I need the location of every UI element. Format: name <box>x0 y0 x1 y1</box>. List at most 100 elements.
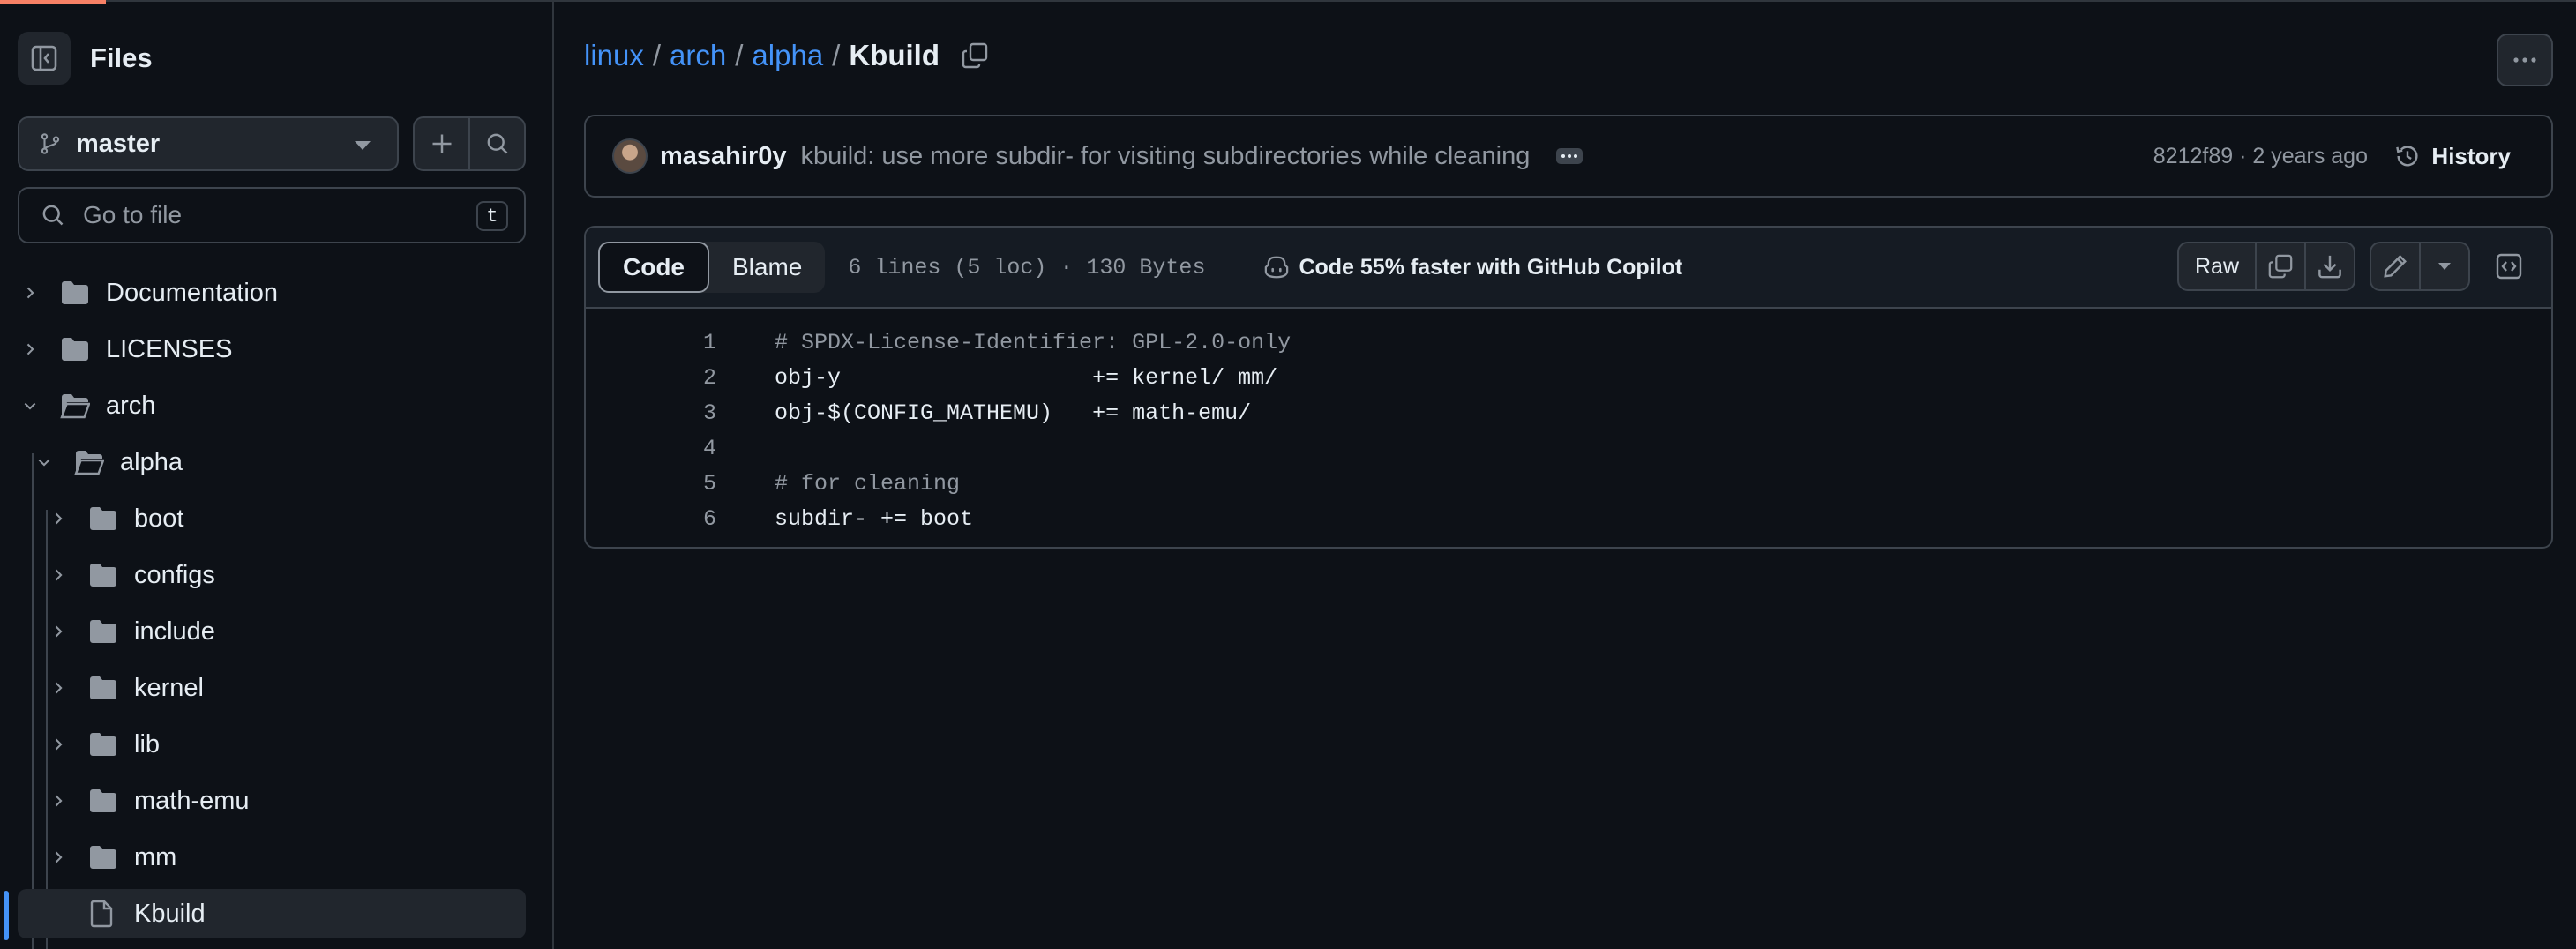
breadcrumb-separator: / <box>735 39 744 71</box>
tree-item-label: math-emu <box>134 786 250 815</box>
code-line[interactable]: 4 <box>586 430 2551 466</box>
line-number[interactable]: 5 <box>586 471 716 497</box>
copilot-icon <box>1265 256 1289 279</box>
download-button[interactable] <box>2306 243 2354 289</box>
copy-path-button[interactable] <box>961 41 989 70</box>
code-line[interactable]: 1 # SPDX-License-Identifier: GPL-2.0-only <box>586 325 2551 360</box>
git-branch-icon <box>41 133 60 154</box>
chevron-right-icon[interactable] <box>48 508 69 529</box>
search-icon <box>487 133 507 154</box>
code-line[interactable]: 2 obj-y += kernel/ mm/ <box>586 360 2551 395</box>
chevron-right-icon[interactable] <box>19 282 41 303</box>
copilot-promo-link[interactable]: Code 55% faster with GitHub Copilot <box>1263 255 1682 280</box>
chevron-down-icon <box>355 141 371 150</box>
avatar[interactable] <box>612 138 648 174</box>
file-header: Code Blame 6 lines (5 loc) · 130 Bytes C… <box>586 228 2551 309</box>
file-view: linux / arch / alpha / Kbuild masahir0y … <box>554 0 2576 949</box>
chevron-right-icon[interactable] <box>48 621 69 642</box>
tree-folder-include[interactable]: include <box>48 607 215 656</box>
folder-icon <box>88 844 118 871</box>
code-line[interactable]: 3 obj-$(CONFIG_MATHEMU) += math-emu/ <box>586 395 2551 430</box>
file-toolbar: Raw <box>2177 242 2534 291</box>
history-label: History <box>2431 142 2511 169</box>
file-tree-sidebar: Files master t Documentation LICENSES arch… <box>0 0 554 949</box>
tree-folder-licenses[interactable]: LICENSES <box>19 325 232 374</box>
line-number[interactable]: 3 <box>586 400 716 426</box>
commit-message-link[interactable]: kbuild: use more subdir- for visiting su… <box>801 142 1531 171</box>
go-to-file-input[interactable] <box>81 200 455 230</box>
keyboard-shortcut-hint: t <box>476 201 508 231</box>
tree-folder-boot[interactable]: boot <box>48 494 183 543</box>
tree-folder-mm[interactable]: mm <box>48 833 176 882</box>
tree-item-label: alpha <box>120 447 183 476</box>
line-number[interactable]: 1 <box>586 330 716 355</box>
line-number[interactable]: 4 <box>586 436 716 461</box>
tab-blame[interactable]: Blame <box>709 242 825 293</box>
raw-copy-download-group: Raw <box>2177 242 2355 291</box>
code-line[interactable]: 6 subdir- += boot <box>586 501 2551 536</box>
chevron-down-icon[interactable] <box>34 452 55 473</box>
breadcrumb-separator: / <box>652 39 662 71</box>
chevron-right-icon[interactable] <box>48 564 69 586</box>
breadcrumb-link-alpha[interactable]: alpha <box>752 39 823 72</box>
download-icon <box>2318 255 2341 279</box>
folder-icon <box>88 618 118 645</box>
edit-file-button[interactable] <box>2371 243 2421 289</box>
tree-folder-configs[interactable]: configs <box>48 550 215 600</box>
tree-folder-kernel[interactable]: kernel <box>48 663 204 713</box>
tree-folder-lib[interactable]: lib <box>48 720 160 769</box>
commit-sha-and-time[interactable]: 8212f89 · 2 years ago <box>2153 144 2368 169</box>
file-info: 6 lines (5 loc) · 130 Bytes <box>848 254 1206 280</box>
symbols-panel-button[interactable] <box>2484 242 2534 291</box>
branch-selector-button[interactable]: master <box>18 116 399 171</box>
folder-icon <box>88 505 118 532</box>
tab-code[interactable]: Code <box>598 242 709 293</box>
edit-options-dropdown-button[interactable] <box>2421 243 2468 289</box>
history-button[interactable]: History <box>2394 143 2511 170</box>
tree-folder-alpha[interactable]: alpha <box>34 437 183 487</box>
chevron-right-icon[interactable] <box>48 734 69 755</box>
chevron-right-icon[interactable] <box>48 847 69 868</box>
copy-icon <box>2268 254 2293 279</box>
tree-item-label: include <box>134 616 215 646</box>
copilot-promo-text: Code 55% faster with GitHub Copilot <box>1299 254 1683 280</box>
expand-commit-message-button[interactable] <box>1556 148 1584 164</box>
tree-item-label: kernel <box>134 673 204 702</box>
tree-file-kbuild[interactable]: Kbuild <box>18 889 526 938</box>
tree-folder-documentation[interactable]: Documentation <box>19 268 278 318</box>
tree-item-label: lib <box>134 729 161 758</box>
history-icon <box>2396 146 2418 167</box>
search-code-button[interactable] <box>470 118 524 169</box>
tree-item-label: configs <box>134 560 215 589</box>
breadcrumb-link-linux[interactable]: linux <box>584 39 644 72</box>
chevron-right-icon[interactable] <box>48 790 69 811</box>
breadcrumb: linux / arch / alpha / Kbuild <box>584 39 989 72</box>
code-line[interactable]: 5 # for cleaning <box>586 466 2551 501</box>
chevron-down-icon[interactable] <box>19 395 41 416</box>
tree-item-label: LICENSES <box>106 334 233 363</box>
folder-icon <box>60 280 90 306</box>
go-to-file-field[interactable]: t <box>18 187 526 243</box>
copy-icon <box>962 42 988 69</box>
copy-raw-button[interactable] <box>2257 243 2306 289</box>
line-number[interactable]: 6 <box>586 506 716 532</box>
tree-folder-arch[interactable]: arch <box>19 381 155 430</box>
breadcrumb-link-arch[interactable]: arch <box>670 39 726 72</box>
code-viewer[interactable]: 1 # SPDX-License-Identifier: GPL-2.0-only… <box>586 309 2551 536</box>
search-icon <box>42 205 64 226</box>
raw-button[interactable]: Raw <box>2179 243 2257 289</box>
tree-folder-math-emu[interactable]: math-emu <box>48 776 250 826</box>
current-file-name: Kbuild <box>849 39 940 71</box>
folder-icon <box>88 788 118 814</box>
chevron-right-icon[interactable] <box>19 339 41 360</box>
line-number[interactable]: 2 <box>586 365 716 391</box>
add-file-button[interactable] <box>415 118 470 169</box>
line-content: subdir- += boot <box>775 505 974 532</box>
code-square-icon <box>2496 253 2522 280</box>
more-options-button[interactable] <box>2497 34 2553 86</box>
triangle-down-icon <box>2438 263 2451 270</box>
collapse-sidebar-button[interactable] <box>18 32 71 85</box>
commit-author-link[interactable]: masahir0y <box>660 142 787 171</box>
chevron-right-icon[interactable] <box>48 677 69 699</box>
file-icon <box>88 900 118 928</box>
